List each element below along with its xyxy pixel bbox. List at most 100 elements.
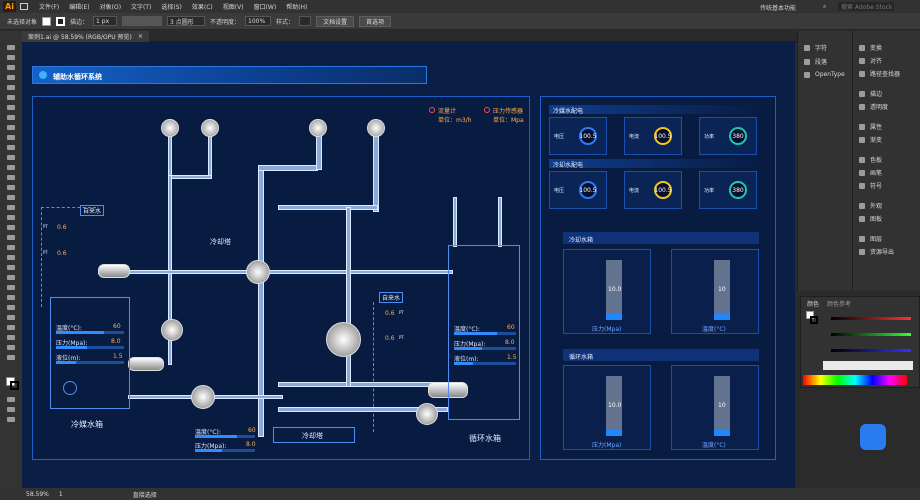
- knife-tool-icon[interactable]: [7, 345, 15, 350]
- close-icon[interactable]: ×: [138, 33, 143, 40]
- scissors-tool-icon[interactable]: [7, 355, 15, 360]
- perspective-tool-icon[interactable]: [7, 215, 15, 220]
- stroke-color-icon[interactable]: [10, 381, 19, 390]
- line-tool-icon[interactable]: [7, 115, 15, 120]
- artboard-tool-icon[interactable]: [7, 285, 15, 290]
- home-icon[interactable]: [20, 3, 28, 10]
- warp-tool-icon[interactable]: [7, 185, 15, 190]
- zoom-level[interactable]: 58.59%: [26, 491, 49, 498]
- stroke-swatch[interactable]: [56, 16, 66, 26]
- slice-tool-icon[interactable]: [7, 295, 15, 300]
- stroke-width-field[interactable]: 1 px: [93, 16, 118, 26]
- pump-icon[interactable]: [416, 403, 438, 425]
- menu-effect[interactable]: 效果(C): [187, 2, 218, 11]
- pencil-tool-icon[interactable]: [7, 145, 15, 150]
- brush-field[interactable]: 3 点圆形: [167, 16, 206, 26]
- symbol-sprayer-tool-icon[interactable]: [7, 265, 15, 270]
- workspace-switcher[interactable]: 传统基本功能: [760, 3, 796, 12]
- blue-slider[interactable]: [831, 349, 911, 352]
- valve-icon[interactable]: [367, 119, 385, 137]
- color-mode-icon[interactable]: [7, 397, 15, 402]
- motor-icon[interactable]: [128, 357, 164, 371]
- direct-selection-tool-icon[interactable]: [7, 55, 15, 60]
- panel-appearance[interactable]: 外观: [859, 201, 882, 210]
- panel-asset-export[interactable]: 资源导出: [859, 247, 894, 256]
- valve-icon[interactable]: [309, 119, 327, 137]
- zoom-tool-icon[interactable]: [7, 315, 15, 320]
- panel-swatches[interactable]: 色板: [859, 155, 882, 164]
- magic-wand-tool-icon[interactable]: [7, 65, 15, 70]
- lasso-tool-icon[interactable]: [7, 75, 15, 80]
- fill-swatch[interactable]: [42, 16, 52, 26]
- pen-tool-icon[interactable]: [7, 85, 15, 90]
- scale-tool-icon[interactable]: [7, 175, 15, 180]
- stock-search[interactable]: 搜索 Adobe Stock: [838, 2, 894, 11]
- circulation-water-tank[interactable]: 温度(°C): 60 压力(Mpa): 8.0 液位(m): 1.5: [448, 245, 520, 420]
- panel-layers[interactable]: 图层: [859, 234, 882, 243]
- menu-help[interactable]: 帮助(H): [281, 2, 312, 11]
- pump-icon[interactable]: [191, 385, 215, 409]
- paintbrush-tool-icon[interactable]: [7, 135, 15, 140]
- curvature-tool-icon[interactable]: [7, 95, 15, 100]
- panel-stroke[interactable]: 描边: [859, 89, 882, 98]
- style-field[interactable]: [299, 16, 312, 26]
- panel-attributes[interactable]: 属性: [859, 122, 882, 131]
- menu-type[interactable]: 文字(T): [126, 2, 156, 11]
- panel-paragraph[interactable]: 段落: [804, 57, 827, 66]
- cooling-pump-icon[interactable]: [326, 322, 361, 357]
- stroke-swatch[interactable]: [810, 316, 818, 324]
- screen-mode-icon[interactable]: [7, 417, 15, 422]
- menu-edit[interactable]: 编辑(E): [64, 2, 94, 11]
- panel-transform[interactable]: 变换: [859, 43, 882, 52]
- green-slider[interactable]: [831, 333, 911, 336]
- doc-setup-button[interactable]: 文档设置: [316, 15, 355, 27]
- menu-view[interactable]: 视图(V): [218, 2, 249, 11]
- hand-tool-icon[interactable]: [7, 305, 15, 310]
- menu-object[interactable]: 对象(O): [95, 2, 126, 11]
- eraser-tool-icon[interactable]: [7, 155, 15, 160]
- eyedropper-tool-icon[interactable]: [7, 245, 15, 250]
- free-transform-tool-icon[interactable]: [7, 195, 15, 200]
- pump-icon[interactable]: [161, 319, 183, 341]
- panel-symbols[interactable]: 符号: [859, 181, 882, 190]
- menu-select[interactable]: 选择(S): [156, 2, 187, 11]
- panel-character[interactable]: 字符: [804, 43, 827, 52]
- document-tab[interactable]: 案例1.ai @ 58.59% (RGB/GPU 预览) ×: [22, 31, 149, 42]
- menu-file[interactable]: 文件(F): [34, 2, 64, 11]
- color-spectrum[interactable]: [803, 375, 907, 385]
- draw-mode-icon[interactable]: [7, 407, 15, 412]
- search-icon[interactable]: ⌕: [823, 3, 826, 11]
- width-tool-icon[interactable]: [7, 335, 15, 340]
- panel-align[interactable]: 对齐: [859, 56, 882, 65]
- column-graph-tool-icon[interactable]: [7, 275, 15, 280]
- shape-builder-tool-icon[interactable]: [7, 205, 15, 210]
- motor-icon[interactable]: [98, 264, 130, 278]
- panel-brushes[interactable]: 画笔: [859, 168, 882, 177]
- selection-tool-icon[interactable]: [7, 45, 15, 50]
- puppet-warp-tool-icon[interactable]: [7, 325, 15, 330]
- valve-icon[interactable]: [201, 119, 219, 137]
- panel-transparency[interactable]: 透明度: [859, 102, 888, 111]
- panel-artboards[interactable]: 图板: [859, 214, 882, 223]
- red-slider[interactable]: [831, 317, 911, 320]
- rotate-tool-icon[interactable]: [7, 165, 15, 170]
- type-tool-icon[interactable]: [7, 105, 15, 110]
- blend-tool-icon[interactable]: [7, 255, 15, 260]
- color-guide-tab[interactable]: 颜色参考: [827, 299, 851, 308]
- menu-window[interactable]: 窗口(W): [249, 2, 282, 11]
- variable-width-field[interactable]: [122, 16, 163, 26]
- cold-water-tank[interactable]: 温度(°C): 60 压力(Mpa): 8.0 液位(m): 1.5: [50, 297, 130, 409]
- bird-logo-icon[interactable]: [860, 424, 886, 450]
- preferences-button[interactable]: 首选项: [359, 15, 392, 27]
- mesh-tool-icon[interactable]: [7, 225, 15, 230]
- pump-icon[interactable]: [246, 260, 270, 284]
- color-tab[interactable]: 颜色: [807, 299, 819, 308]
- rectangle-tool-icon[interactable]: [7, 125, 15, 130]
- panel-gradient[interactable]: 渐变: [859, 135, 882, 144]
- panel-opentype[interactable]: OpenType: [804, 71, 845, 78]
- opacity-field[interactable]: 100%: [245, 16, 272, 26]
- page-number[interactable]: 1: [59, 491, 63, 498]
- gradient-tool-icon[interactable]: [7, 235, 15, 240]
- panel-pathfinder[interactable]: 路径查找器: [859, 69, 900, 78]
- valve-icon[interactable]: [161, 119, 179, 137]
